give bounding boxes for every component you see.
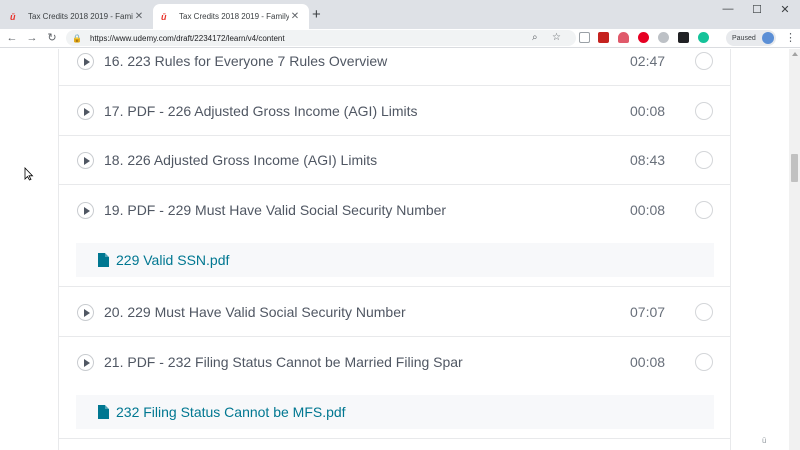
lecture-title: 20. 229 Must Have Valid Social Security … (104, 304, 406, 320)
profile-button[interactable]: Paused (726, 30, 776, 46)
scroll-up-icon[interactable] (792, 52, 798, 56)
resource-link[interactable]: 232 Filing Status Cannot be MFS.pdf (76, 395, 714, 429)
extension-pocket-icon[interactable] (618, 32, 629, 43)
udemy-watermark-icon: ū (762, 436, 767, 445)
lecture-item-with-resource[interactable]: 19. PDF - 229 Must Have Valid Social Sec… (59, 185, 730, 287)
new-tab-button[interactable]: + (312, 7, 321, 22)
bookmark-star-icon[interactable]: ☆ (552, 30, 561, 46)
scrollbar-thumb[interactable] (791, 154, 798, 182)
play-icon[interactable] (77, 152, 94, 169)
lecture-title: 21. PDF - 232 Filing Status Cannot be Ma… (104, 354, 463, 370)
file-icon (98, 253, 109, 267)
play-icon[interactable] (77, 354, 94, 371)
reload-button[interactable]: ↻ (44, 30, 60, 46)
lecture-title: 18. 226 Adjusted Gross Income (AGI) Limi… (104, 152, 378, 168)
complete-checkbox[interactable] (695, 353, 713, 371)
lecture-title: 17. PDF - 226 Adjusted Gross Income (AGI… (104, 103, 418, 119)
browser-tab-1[interactable]: ū Tax Credits 2018 2019 - Family & ✕ (2, 4, 153, 29)
tab-title: Tax Credits 2018 2019 - Family & (179, 12, 289, 21)
lecture-item-with-resource[interactable]: 21. PDF - 232 Filing Status Cannot be Ma… (59, 337, 730, 439)
lecture-duration: 08:43 (630, 152, 666, 168)
profile-status-label: Paused (732, 34, 756, 42)
udemy-favicon-icon: ū (10, 11, 16, 22)
file-icon (98, 405, 109, 419)
close-tab-icon[interactable]: ✕ (289, 11, 301, 22)
maximize-button[interactable]: ☐ (747, 3, 767, 16)
address-bar[interactable]: 🔒 https://www.udemy.com/draft/2234172/le… (66, 30, 576, 46)
lecture-item[interactable]: 16. 223 Rules for Everyone 7 Rules Overv… (59, 49, 730, 86)
complete-checkbox[interactable] (695, 52, 713, 70)
mouse-cursor-icon (24, 167, 34, 181)
complete-checkbox[interactable] (695, 151, 713, 169)
lecture-duration: 07:07 (630, 304, 666, 320)
zoom-icon[interactable]: ⌕ (532, 30, 538, 46)
tab-title: Tax Credits 2018 2019 - Family & (28, 12, 133, 21)
complete-checkbox[interactable] (695, 201, 713, 219)
close-tab-icon[interactable]: ✕ (133, 11, 145, 22)
lecture-duration: 00:08 (630, 103, 666, 119)
extension-screenshot-icon[interactable] (579, 32, 590, 43)
play-icon[interactable] (77, 53, 94, 70)
play-icon[interactable] (77, 304, 94, 321)
play-icon[interactable] (77, 202, 94, 219)
extension-pinterest-icon[interactable] (638, 32, 649, 43)
lecture-item[interactable]: 20. 229 Must Have Valid Social Security … (59, 288, 730, 337)
menu-dots-icon[interactable]: ⋮ (785, 30, 796, 46)
lecture-title: 19. PDF - 229 Must Have Valid Social Sec… (104, 202, 447, 218)
complete-checkbox[interactable] (695, 303, 713, 321)
close-window-button[interactable]: ✕ (775, 3, 795, 16)
lecture-duration: 00:08 (630, 354, 666, 370)
lecture-item[interactable]: 17. PDF - 226 Adjusted Gross Income (AGI… (59, 87, 730, 136)
extension-circle-icon[interactable] (658, 32, 669, 43)
avatar (762, 32, 774, 44)
back-button[interactable]: ← (4, 30, 20, 46)
browser-toolbar: ← → ↻ 🔒 https://www.udemy.com/draft/2234… (0, 29, 800, 48)
extension-mail-icon[interactable] (598, 32, 609, 43)
lecture-duration: 02:47 (630, 53, 666, 69)
tab-strip: ū Tax Credits 2018 2019 - Family & ✕ ū T… (0, 0, 800, 29)
browser-tab-2[interactable]: ū Tax Credits 2018 2019 - Family & ✕ (153, 4, 309, 29)
resource-link[interactable]: 229 Valid SSN.pdf (76, 243, 714, 277)
page-content: 16. 223 Rules for Everyone 7 Rules Overv… (0, 49, 789, 450)
course-content-list: 16. 223 Rules for Everyone 7 Rules Overv… (58, 49, 731, 450)
udemy-favicon-icon: ū (161, 11, 167, 22)
extension-dark-icon[interactable] (678, 32, 689, 43)
lecture-duration: 00:08 (630, 202, 666, 218)
resource-label[interactable]: 229 Valid SSN.pdf (116, 251, 229, 269)
lecture-title: 16. 223 Rules for Everyone 7 Rules Overv… (104, 53, 388, 69)
forward-button[interactable]: → (24, 30, 40, 46)
page-scrollbar[interactable] (789, 49, 800, 450)
minimize-button[interactable]: — (718, 3, 738, 15)
url-text: https://www.udemy.com/draft/2234172/lear… (89, 33, 285, 43)
play-icon[interactable] (77, 103, 94, 120)
extension-grammarly-icon[interactable] (698, 32, 709, 43)
lecture-item[interactable]: 18. 226 Adjusted Gross Income (AGI) Limi… (59, 136, 730, 185)
lock-icon: 🔒 (72, 33, 82, 43)
resource-label[interactable]: 232 Filing Status Cannot be MFS.pdf (116, 403, 346, 421)
complete-checkbox[interactable] (695, 102, 713, 120)
